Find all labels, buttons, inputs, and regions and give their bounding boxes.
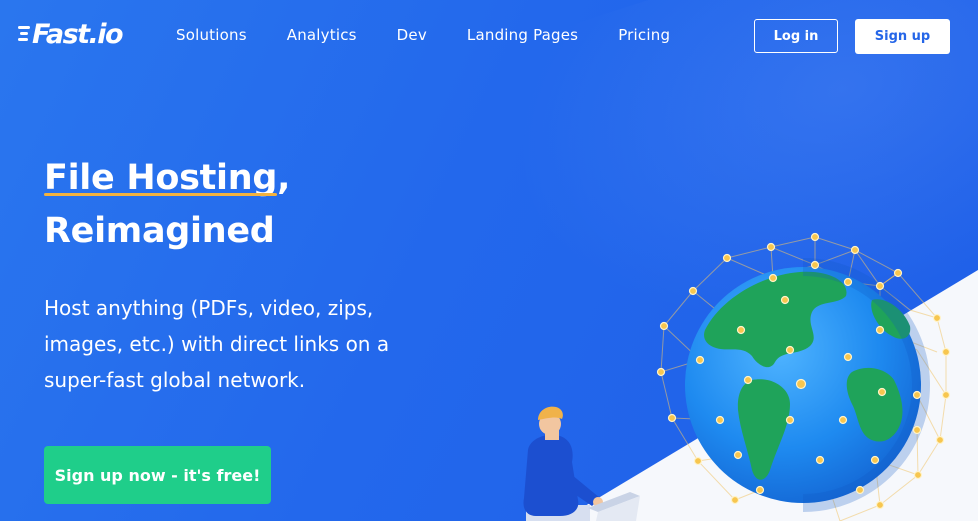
page: Fast.io Solutions Analytics Dev Landing … <box>0 0 978 521</box>
globe-network-illustration <box>523 232 951 521</box>
person-with-laptop-illustration <box>523 406 640 521</box>
